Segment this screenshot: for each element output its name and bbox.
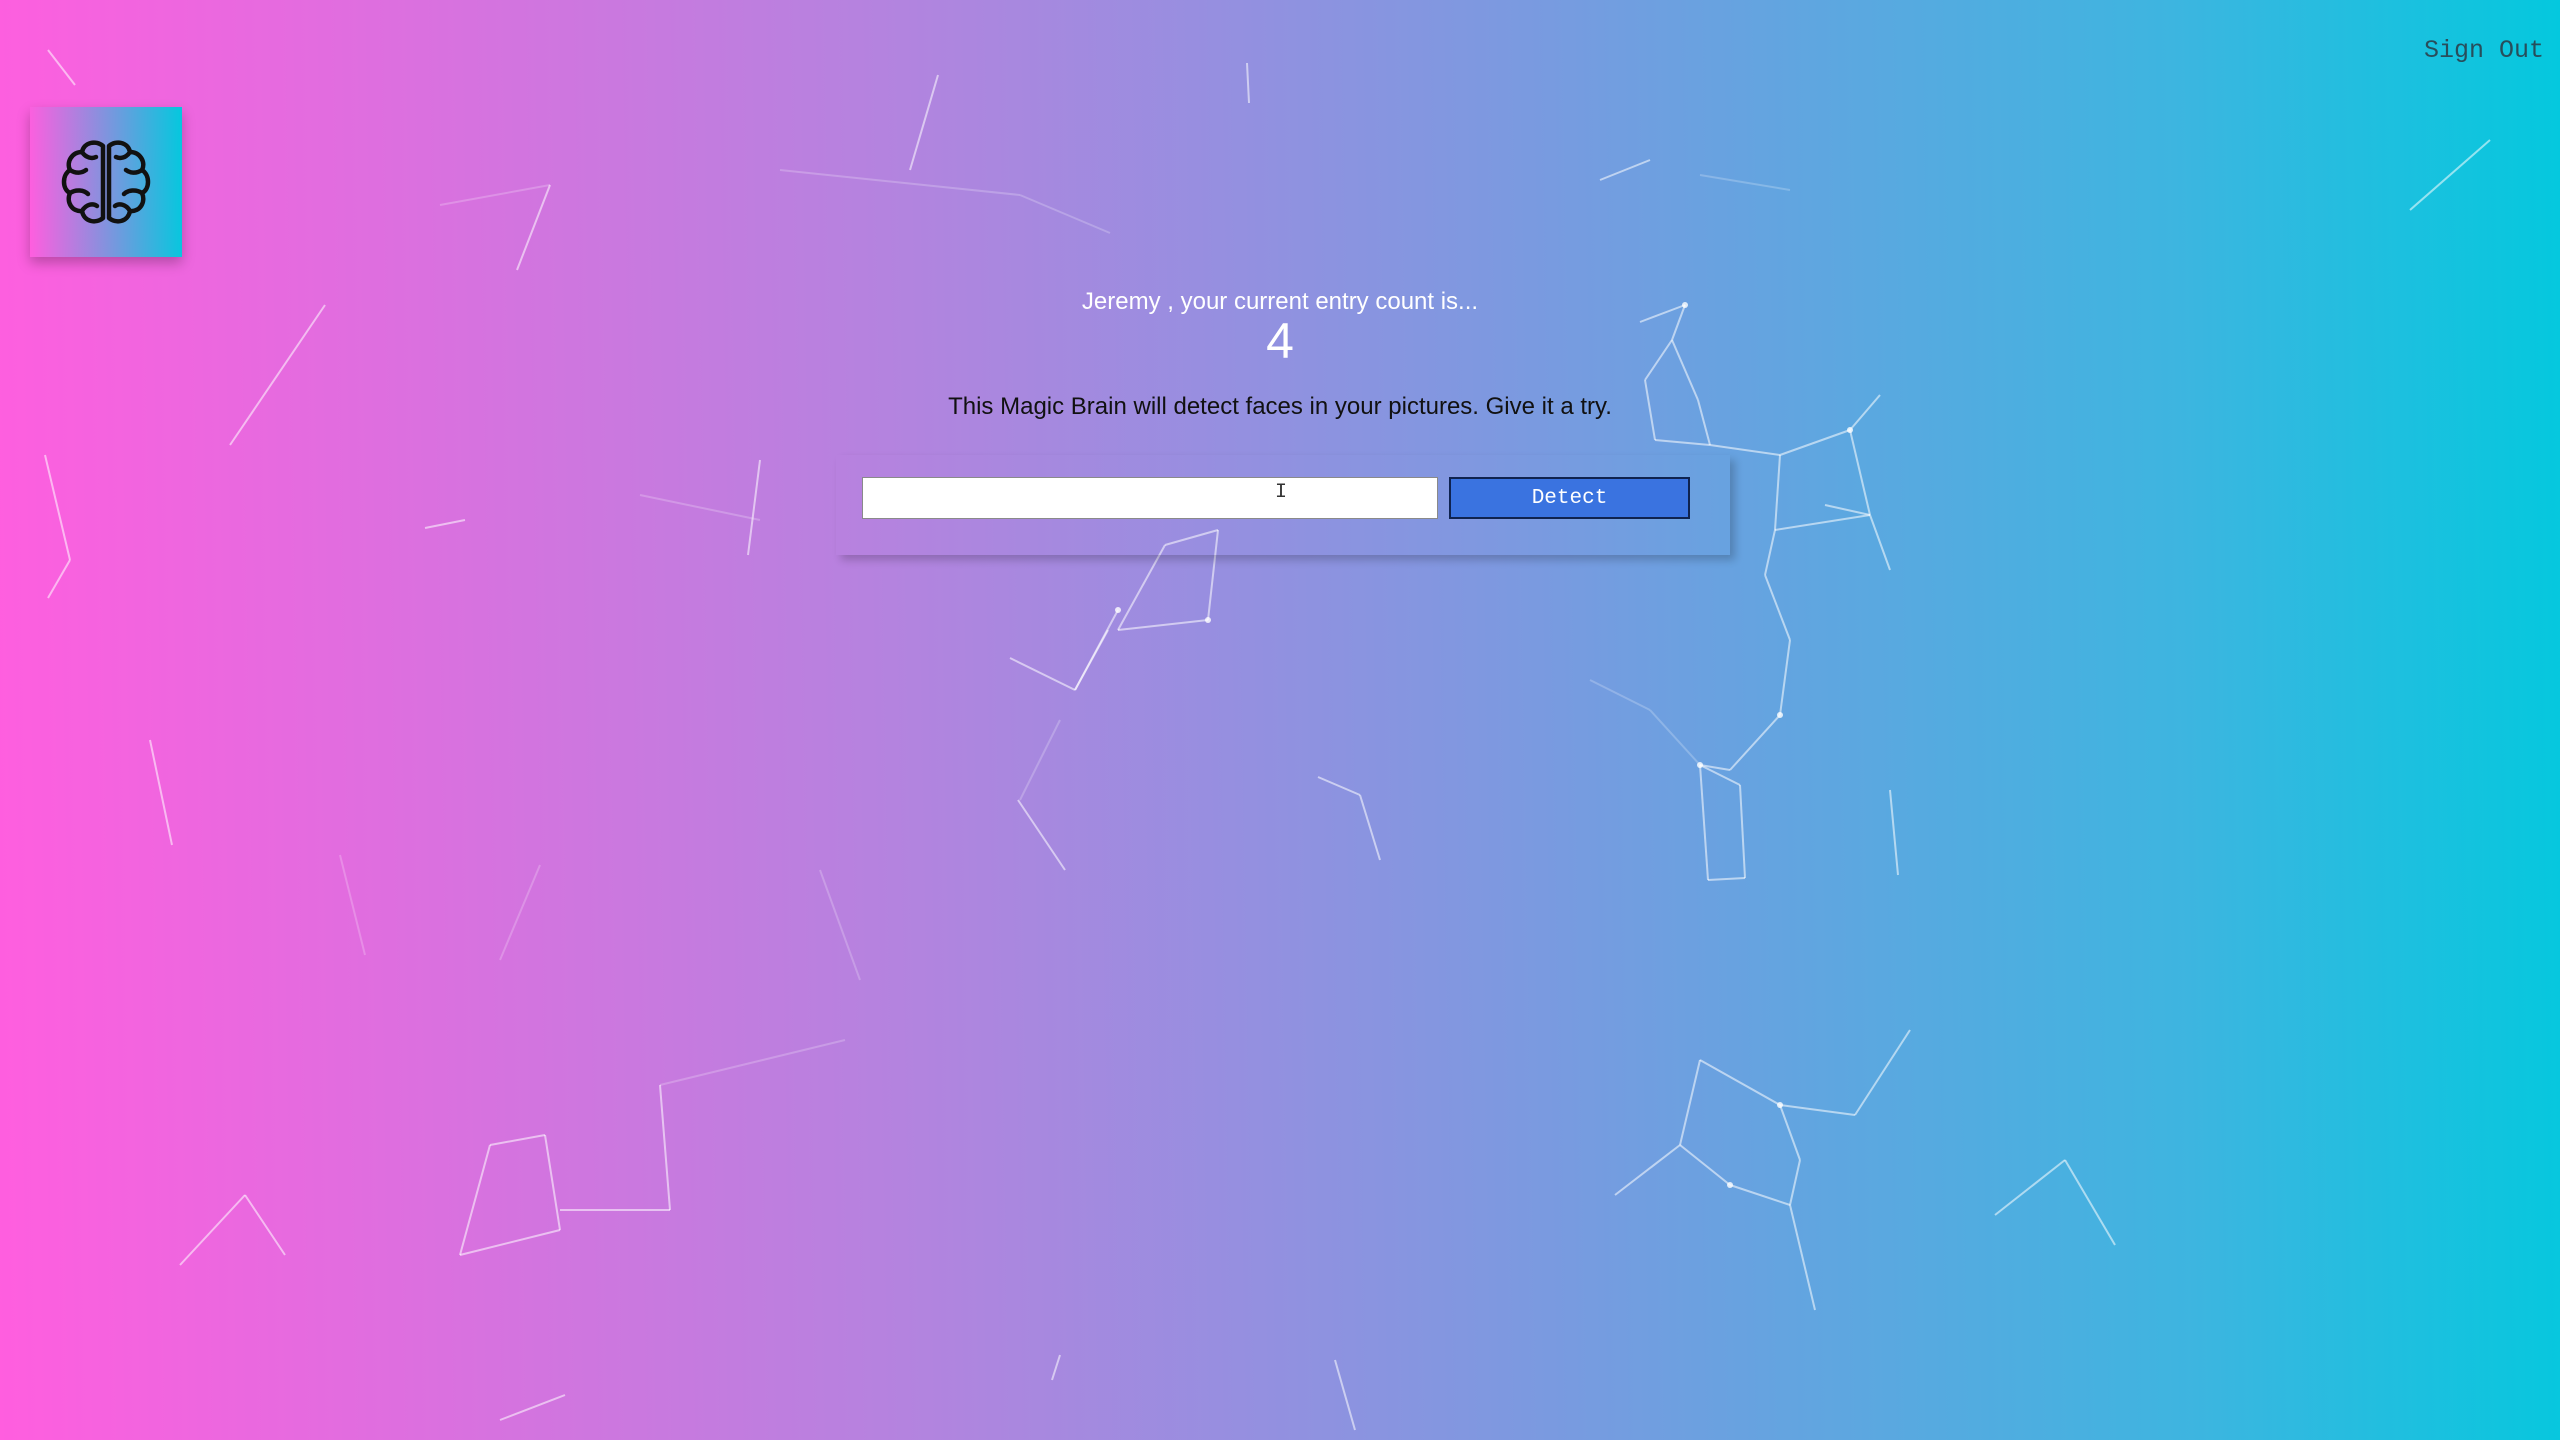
detect-button[interactable]: Detect [1449,477,1690,519]
image-url-input[interactable] [862,477,1438,519]
text-cursor-icon: I [1275,481,1288,504]
image-link-form: Detect [836,455,1730,555]
sign-out-link[interactable]: Sign Out [2424,36,2544,65]
magic-brain-description: This Magic Brain will detect faces in yo… [948,393,1612,420]
brain-icon [61,140,151,224]
entry-count: 4 [1266,313,1294,369]
particles-background [44,49,2491,1431]
logo [30,107,182,257]
